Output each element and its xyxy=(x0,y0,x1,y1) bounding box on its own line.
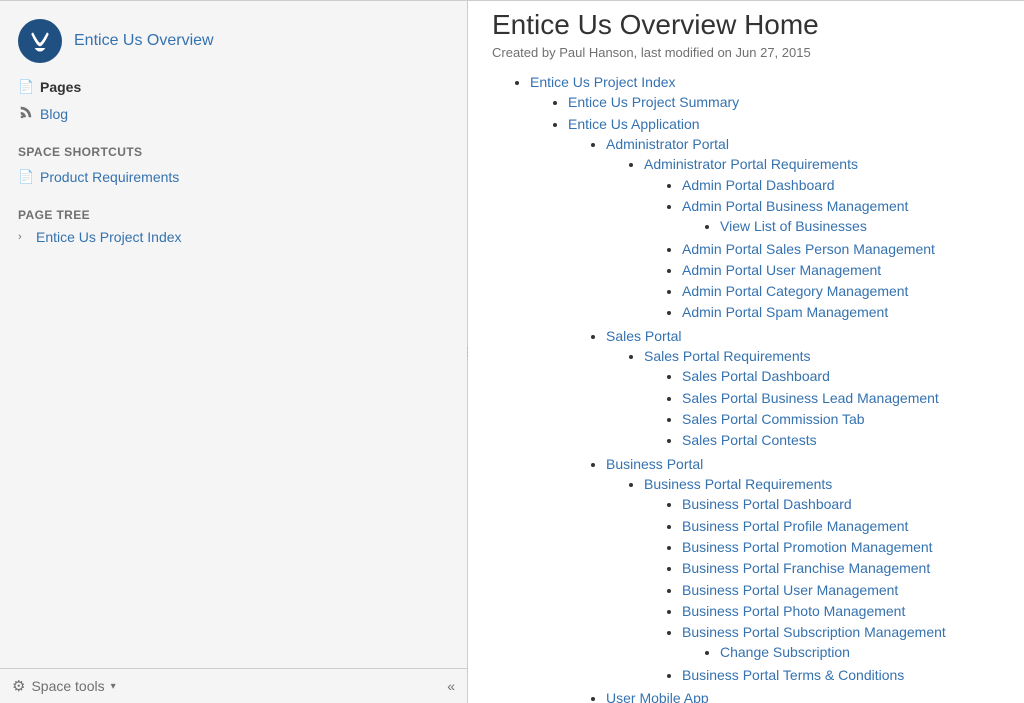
link-admin-portal[interactable]: Administrator Portal xyxy=(606,136,729,152)
link-business-franchise-mgmt[interactable]: Business Portal Franchise Management xyxy=(682,560,930,576)
app-root: Entice Us Overview Pages Blog SPACE SHOR… xyxy=(0,0,1024,703)
document-icon xyxy=(18,168,34,185)
link-business-subscription-mgmt[interactable]: Business Portal Subscription Management xyxy=(682,624,946,640)
space-tools-button[interactable]: ⚙ Space tools ▾ xyxy=(12,677,116,695)
link-sales-requirements[interactable]: Sales Portal Requirements xyxy=(644,348,811,364)
link-business-portal[interactable]: Business Portal xyxy=(606,456,703,472)
link-admin-spam-mgmt[interactable]: Admin Portal Spam Management xyxy=(682,304,888,320)
link-business-photo-mgmt[interactable]: Business Portal Photo Management xyxy=(682,603,905,619)
link-sales-dashboard[interactable]: Sales Portal Dashboard xyxy=(682,368,830,384)
link-business-dashboard[interactable]: Business Portal Dashboard xyxy=(682,496,852,512)
space-avatar-icon xyxy=(18,19,62,63)
nav-blog-label: Blog xyxy=(40,106,68,122)
link-business-promotion-mgmt[interactable]: Business Portal Promotion Management xyxy=(682,539,933,555)
link-business-terms[interactable]: Business Portal Terms & Conditions xyxy=(682,667,904,683)
link-project-summary[interactable]: Entice Us Project Summary xyxy=(568,94,739,110)
rss-icon xyxy=(18,105,34,122)
shortcut-product-requirements[interactable]: Product Requirements xyxy=(18,163,457,190)
nav-pages-label: Pages xyxy=(40,79,81,95)
link-application[interactable]: Entice Us Application xyxy=(568,116,700,132)
sidebar-resize-handle[interactable]: ⋮ xyxy=(462,346,471,359)
pagetree-heading: PAGE TREE xyxy=(18,208,457,222)
link-admin-dashboard[interactable]: Admin Portal Dashboard xyxy=(682,177,835,193)
link-admin-requirements[interactable]: Administrator Portal Requirements xyxy=(644,156,858,172)
link-admin-sales-person-mgmt[interactable]: Admin Portal Sales Person Management xyxy=(682,241,935,257)
shortcut-product-requirements-label: Product Requirements xyxy=(40,169,179,185)
link-admin-biz-mgmt[interactable]: Admin Portal Business Management xyxy=(682,198,908,214)
main-content: Entice Us Overview Home Created by Paul … xyxy=(468,1,1024,703)
link-sales-portal[interactable]: Sales Portal xyxy=(606,328,681,344)
collapse-sidebar-button[interactable]: « xyxy=(447,678,455,694)
tree-root-item[interactable]: › Entice Us Project Index xyxy=(18,226,457,248)
link-sales-contests[interactable]: Sales Portal Contests xyxy=(682,432,817,448)
link-user-mobile-app[interactable]: User Mobile App xyxy=(606,690,709,703)
page-body: Entice Us Project Index Entice Us Projec… xyxy=(492,72,1004,703)
tree-root-link[interactable]: Entice Us Project Index xyxy=(36,229,182,245)
sidebar-footer: ⚙ Space tools ▾ « xyxy=(0,668,467,703)
space-tools-label: Space tools xyxy=(31,678,104,694)
space-title-link[interactable]: Entice Us Overview xyxy=(74,32,214,50)
chevron-right-icon[interactable]: › xyxy=(18,231,30,243)
link-admin-category-mgmt[interactable]: Admin Portal Category Management xyxy=(682,283,908,299)
page-title: Entice Us Overview Home xyxy=(492,9,1004,41)
link-business-profile-mgmt[interactable]: Business Portal Profile Management xyxy=(682,518,908,534)
link-admin-user-mgmt[interactable]: Admin Portal User Management xyxy=(682,262,881,278)
gear-icon: ⚙ xyxy=(12,677,25,695)
caret-down-icon: ▾ xyxy=(111,681,116,692)
link-sales-commission[interactable]: Sales Portal Commission Tab xyxy=(682,411,865,427)
link-sales-lead-mgmt[interactable]: Sales Portal Business Lead Management xyxy=(682,390,939,406)
link-view-list-businesses[interactable]: View List of Businesses xyxy=(720,218,867,234)
space-header[interactable]: Entice Us Overview xyxy=(18,1,457,73)
link-project-index[interactable]: Entice Us Project Index xyxy=(530,74,676,90)
link-business-user-mgmt[interactable]: Business Portal User Management xyxy=(682,582,898,598)
sidebar-scroll: Entice Us Overview Pages Blog SPACE SHOR… xyxy=(0,1,467,668)
link-change-subscription[interactable]: Change Subscription xyxy=(720,644,850,660)
nav-blog[interactable]: Blog xyxy=(18,100,457,127)
sidebar: Entice Us Overview Pages Blog SPACE SHOR… xyxy=(0,1,468,703)
page-byline: Created by Paul Hanson, last modified on… xyxy=(492,45,1004,60)
shortcuts-heading: SPACE SHORTCUTS xyxy=(18,145,457,159)
nav-pages[interactable]: Pages xyxy=(18,73,457,100)
link-business-requirements[interactable]: Business Portal Requirements xyxy=(644,476,832,492)
pages-icon xyxy=(18,78,34,95)
